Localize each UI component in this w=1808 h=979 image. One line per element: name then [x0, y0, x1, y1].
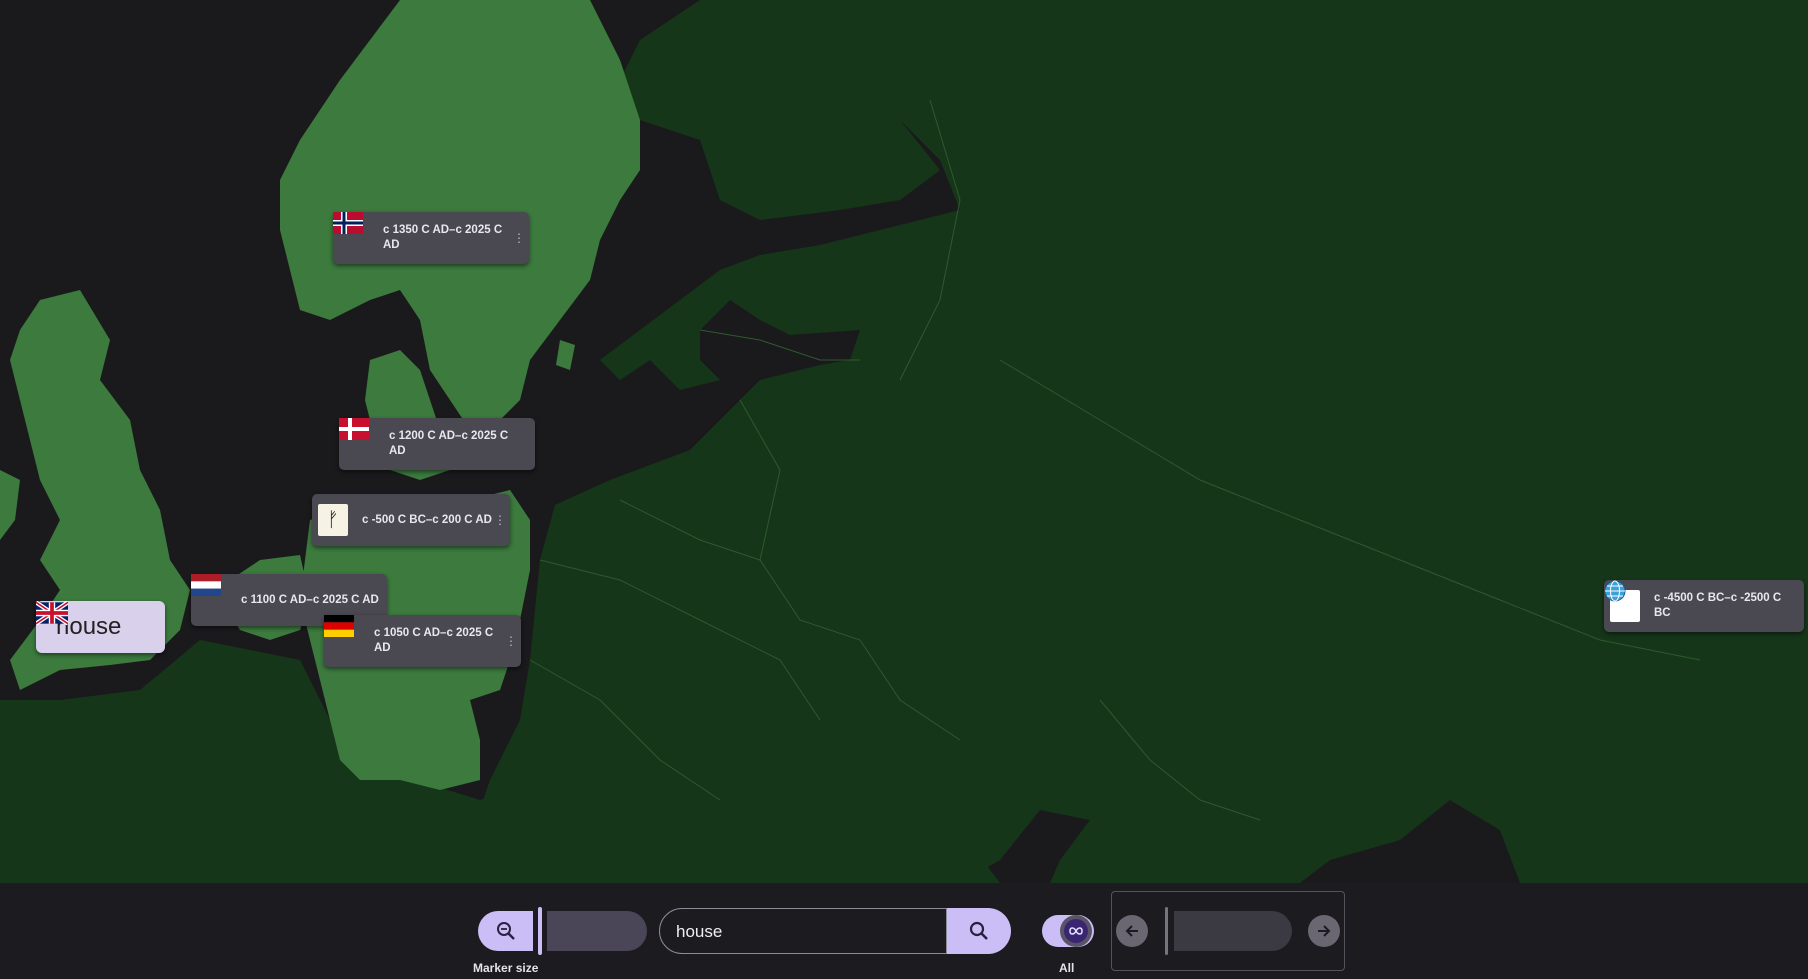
- marker-menu-icon[interactable]: ⋮: [494, 513, 506, 527]
- marker-date-range: c 1350 C AD–c 2025 C AD: [383, 224, 503, 251]
- rune-icon: ᚠ: [318, 504, 348, 536]
- marker-date-range: c 1050 C AD–c 2025 C AD: [374, 627, 494, 654]
- marker-size-slider-handle[interactable]: [538, 907, 542, 955]
- land-ireland: [0, 470, 20, 540]
- map-canvas: [0, 0, 1808, 883]
- zoom-out-icon: [496, 922, 515, 940]
- search-button[interactable]: [947, 908, 1011, 954]
- zoom-out-button[interactable]: [478, 911, 533, 951]
- marker-date-range: c -4500 C BC–c -2500 C BC: [1654, 592, 1782, 619]
- map-marker-norway[interactable]: c 1350 C AD–c 2025 C AD ⋮: [333, 212, 529, 264]
- land-gotland: [556, 340, 575, 370]
- bottom-toolbar: Marker size All: [0, 883, 1808, 979]
- map-word-label-uk[interactable]: house: [36, 601, 165, 653]
- search-icon: [969, 921, 988, 940]
- search-input[interactable]: [674, 919, 928, 945]
- toggle-label: All: [1059, 961, 1075, 975]
- previous-button[interactable]: [1116, 915, 1148, 947]
- marker-date-range: c 1200 C AD–c 2025 C AD: [389, 430, 509, 457]
- germany-flag-icon: [324, 615, 360, 652]
- search-field[interactable]: [659, 908, 947, 954]
- infinity-icon: [1069, 927, 1083, 935]
- map-view[interactable]: c 1350 C AD–c 2025 C AD ⋮ c 1200 C AD–c …: [0, 0, 1808, 883]
- globe-icon: [1604, 580, 1640, 622]
- toggle-knob: [1064, 919, 1088, 943]
- map-marker-proto-germanic[interactable]: ᚠ c -500 C BC–c 200 C AD ⋮: [312, 494, 510, 546]
- netherlands-flag-icon: [191, 574, 227, 611]
- next-button[interactable]: [1308, 915, 1340, 947]
- map-marker-germany[interactable]: c 1050 C AD–c 2025 C AD ⋮: [324, 615, 521, 667]
- map-marker-denmark[interactable]: c 1200 C AD–c 2025 C AD: [339, 418, 535, 470]
- marker-date-range: c -500 C BC–c 200 C AD: [362, 513, 492, 526]
- timeline-slider-track[interactable]: [1174, 911, 1292, 951]
- marker-size-label: Marker size: [473, 961, 539, 975]
- arrow-left-icon: [1125, 925, 1138, 937]
- all-toggle[interactable]: [1042, 915, 1094, 947]
- map-marker-pie[interactable]: c -4500 C BC–c -2500 C BC: [1604, 580, 1804, 632]
- marker-size-slider-track[interactable]: [547, 911, 647, 951]
- arrow-right-icon: [1318, 925, 1331, 937]
- marker-date-range: c 1100 C AD–c 2025 C AD: [241, 593, 379, 606]
- norway-flag-icon: [333, 212, 369, 249]
- denmark-flag-icon: [339, 418, 375, 455]
- marker-menu-icon[interactable]: ⋮: [505, 634, 517, 648]
- marker-menu-icon[interactable]: ⋮: [513, 231, 525, 245]
- timeline-slider-handle[interactable]: [1165, 907, 1168, 955]
